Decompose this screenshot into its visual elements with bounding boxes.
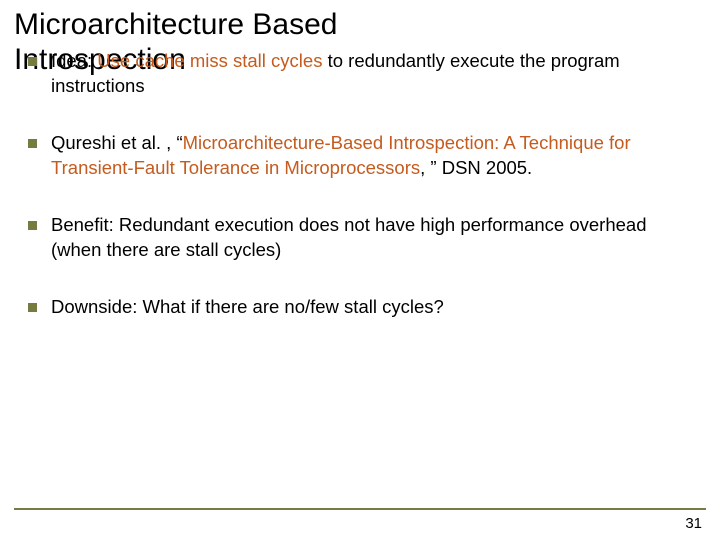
text-prefix: Downside: What if there are no/few stall… xyxy=(51,296,444,317)
bullet-icon xyxy=(28,221,37,230)
text-highlight: Use cache miss stall cycles xyxy=(97,50,322,71)
text-suffix: , ” DSN 2005. xyxy=(420,157,532,178)
bullet-icon xyxy=(28,57,37,66)
list-item: Idea: Use cache miss stall cycles to red… xyxy=(28,49,692,99)
text-prefix: Benefit: Redundant execution does not ha… xyxy=(51,214,647,260)
bullet-icon xyxy=(28,303,37,312)
list-item: Qureshi et al. , “Microarchitecture-Base… xyxy=(28,131,692,181)
list-item: Benefit: Redundant execution does not ha… xyxy=(28,213,692,263)
text-prefix: Idea: xyxy=(51,50,97,71)
bullet-text: Benefit: Redundant execution does not ha… xyxy=(51,213,692,263)
text-prefix: Qureshi et al. , “ xyxy=(51,132,183,153)
bullet-text: Downside: What if there are no/few stall… xyxy=(51,295,692,320)
slide-content: Idea: Use cache miss stall cycles to red… xyxy=(0,49,720,320)
bullet-icon xyxy=(28,139,37,148)
bullet-text: Qureshi et al. , “Microarchitecture-Base… xyxy=(51,131,692,181)
footer-divider xyxy=(14,508,706,510)
bullet-text: Idea: Use cache miss stall cycles to red… xyxy=(51,49,692,99)
page-number: 31 xyxy=(685,515,702,532)
title-line-1: Microarchitecture Based xyxy=(14,8,337,41)
list-item: Downside: What if there are no/few stall… xyxy=(28,295,692,320)
